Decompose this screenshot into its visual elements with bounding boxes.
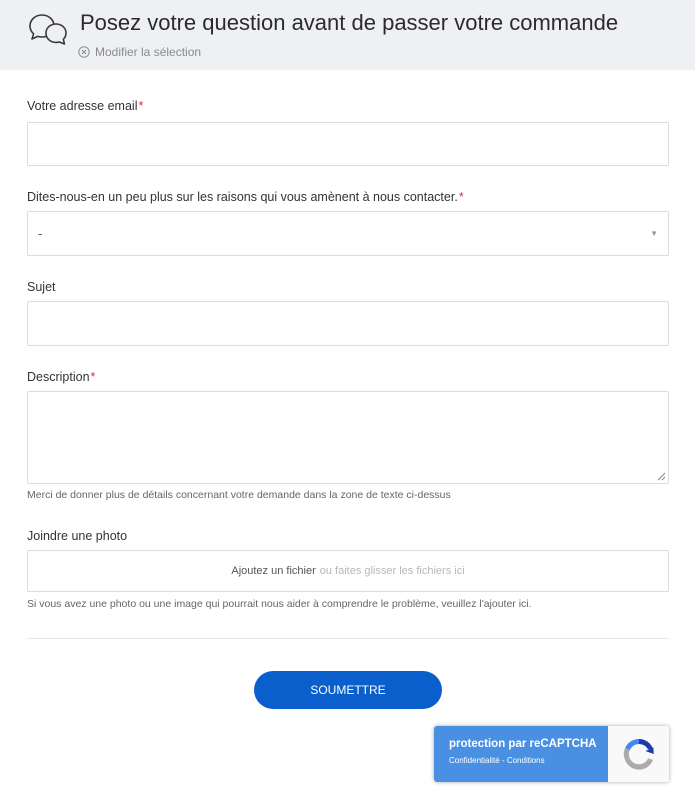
file-dropzone[interactable]: Ajoutez un fichier ou faites glisser les…: [27, 550, 669, 592]
reason-select-value: -: [38, 226, 43, 241]
required-mark: *: [138, 99, 144, 113]
description-textarea[interactable]: [28, 392, 668, 483]
description-label-text: Description: [27, 370, 90, 384]
subject-label: Sujet: [27, 280, 56, 294]
email-label: Votre adresse email*: [27, 99, 143, 113]
caret-down-icon: ▼: [650, 229, 658, 238]
recaptcha-text-panel: protection par reCAPTCHA Confidentialité…: [434, 726, 608, 782]
description-label: Description*: [27, 370, 95, 384]
reason-label: Dites-nous-en un peu plus sur les raison…: [27, 190, 464, 204]
modify-selection-link[interactable]: Modifier la sélection: [78, 45, 201, 59]
modify-selection-label: Modifier la sélection: [95, 45, 202, 59]
required-mark: *: [458, 190, 464, 204]
subject-field[interactable]: [28, 302, 668, 345]
resize-grip-icon[interactable]: [657, 472, 666, 481]
recaptcha-privacy-link[interactable]: Confidentialité: [449, 756, 500, 765]
description-field-wrapper: [27, 391, 669, 484]
page-header: Posez votre question avant de passer vot…: [0, 0, 695, 70]
attachment-label: Joindre une photo: [27, 529, 127, 543]
attachment-hint: Si vous avez une photo ou une image qui …: [27, 598, 532, 610]
subject-field-wrapper: [27, 301, 669, 346]
recaptcha-logo-panel: [608, 726, 669, 782]
reason-select[interactable]: - ▼: [27, 211, 669, 256]
recaptcha-badge[interactable]: protection par reCAPTCHA Confidentialité…: [434, 726, 669, 782]
submit-button[interactable]: SOUMETTRE: [254, 671, 442, 709]
recaptcha-links: Confidentialité - Conditions: [449, 756, 608, 765]
close-circle-icon: [78, 46, 90, 58]
subject-label-text: Sujet: [27, 280, 56, 294]
email-label-text: Votre adresse email: [27, 99, 138, 113]
required-mark: *: [90, 370, 96, 384]
description-hint: Merci de donner plus de détails concerna…: [27, 489, 451, 501]
email-field-wrapper: [27, 122, 669, 166]
chat-bubbles-icon: [29, 14, 67, 45]
recaptcha-title: protection par reCAPTCHA: [449, 738, 597, 750]
recaptcha-separator: -: [499, 756, 507, 765]
recaptcha-logo-icon: [623, 738, 654, 770]
email-field[interactable]: [28, 123, 668, 165]
attachment-label-text: Joindre une photo: [27, 529, 128, 543]
divider: [27, 638, 669, 639]
page-title: Posez votre question avant de passer vot…: [80, 10, 619, 35]
reason-label-text: Dites-nous-en un peu plus sur les raison…: [27, 190, 458, 204]
drop-files-text: ou faites glisser les fichiers ici: [319, 565, 465, 577]
recaptcha-terms-link[interactable]: Conditions: [507, 756, 545, 765]
add-file-link[interactable]: Ajoutez un fichier: [231, 565, 315, 577]
